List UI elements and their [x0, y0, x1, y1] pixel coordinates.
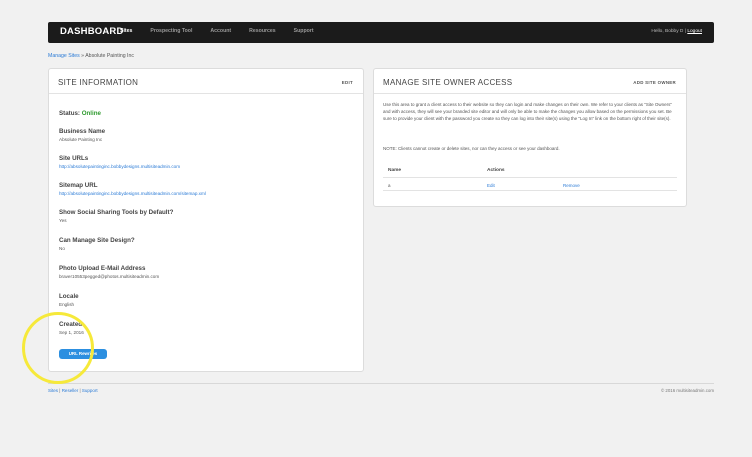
sitemap-url-link[interactable]: http://absolutepaintinginc.bobbydesigns.… — [59, 191, 206, 196]
field-label: Sitemap URL — [59, 182, 98, 189]
site-information-title: SITE INFORMATION — [58, 78, 139, 87]
footer-divider — [48, 383, 714, 384]
social-sharing-field: Show Social Sharing Tools by Default? Ye… — [59, 209, 173, 223]
field-value: braver10553pegged@photos.multisiteadmin.… — [59, 274, 160, 279]
created-field: Created Sep 1, 2016 — [59, 321, 84, 335]
field-label: Photo Upload E-Mail Address — [59, 265, 146, 272]
footer-link-reseller[interactable]: Reseller — [62, 388, 79, 393]
nav-sites[interactable]: Sites — [120, 28, 132, 34]
site-owner-access-panel: MANAGE SITE OWNER ACCESS ADD SITE OWNER … — [373, 68, 687, 207]
column-name-header: Name — [388, 168, 402, 173]
field-value: Yes — [59, 218, 67, 223]
field-label: Site URLs — [59, 155, 89, 162]
edit-link[interactable]: EDIT — [342, 80, 353, 85]
breadcrumb: Manage Sites » Absolute Painting Inc — [48, 53, 134, 59]
main-nav: Sites Prospecting Tool Account Resources… — [120, 28, 332, 34]
top-navbar: DASHBOARD Sites Prospecting Tool Account… — [48, 22, 714, 43]
field-value: Sep 1, 2016 — [59, 330, 84, 335]
remove-owner-link[interactable]: Remove — [563, 183, 580, 188]
field-value: Absolute Painting Inc — [59, 137, 103, 142]
field-value: English — [59, 302, 75, 307]
manage-design-field: Can Manage Site Design? No — [59, 237, 135, 251]
logout-link[interactable]: Logout — [687, 29, 702, 34]
field-label: Show Social Sharing Tools by Default? — [59, 209, 174, 216]
site-information-header: SITE INFORMATION EDIT — [49, 69, 363, 94]
site-owners-table: Name Actions a Edit Remove — [383, 165, 677, 191]
field-label: Locale — [59, 293, 79, 300]
site-information-panel: SITE INFORMATION EDIT Status: Online Bus… — [48, 68, 364, 372]
field-label: Can Manage Site Design? — [59, 237, 135, 244]
status-label: Status: — [59, 110, 80, 117]
photo-upload-email-field: Photo Upload E-Mail Address braver10553p… — [59, 265, 159, 279]
site-url-link[interactable]: http://absolutepaintinginc.bobbydesigns.… — [59, 164, 180, 169]
status-value: Online — [81, 110, 101, 117]
owner-access-description: Use this area to grant a client access t… — [383, 102, 673, 121]
status-field: Status: Online — [59, 110, 101, 117]
table-row: a Edit Remove — [383, 178, 677, 191]
footer-links: Sites | Reseller | Support — [48, 388, 98, 393]
sitemap-url-field: Sitemap URL http://absolutepaintinginc.b… — [59, 182, 206, 196]
owner-name: a — [388, 183, 391, 188]
column-actions-header: Actions — [487, 168, 505, 173]
edit-owner-link[interactable]: Edit — [487, 183, 495, 188]
footer-copyright: © 2016 multisiteadmin.com — [660, 388, 714, 393]
add-site-owner-link[interactable]: ADD SITE OWNER — [633, 80, 676, 85]
business-name-field: Business Name Absolute Painting Inc — [59, 128, 105, 142]
locale-field: Locale English — [59, 293, 79, 307]
brand-logo[interactable]: DASHBOARD — [60, 26, 124, 37]
footer-link-sites[interactable]: Sites — [48, 388, 58, 393]
table-header: Name Actions — [383, 165, 677, 178]
user-greeting: Hello, Bobby D | — [651, 29, 686, 34]
breadcrumb-current: Absolute Painting Inc — [85, 53, 134, 59]
site-urls-field: Site URLs http://absolutepaintinginc.bob… — [59, 155, 180, 169]
url-rewrites-button[interactable]: URL Rewrites — [59, 349, 107, 359]
nav-prospecting-tool[interactable]: Prospecting Tool — [150, 28, 192, 34]
nav-resources[interactable]: Resources — [249, 28, 276, 34]
user-menu: Hello, Bobby D | Logout — [651, 29, 702, 34]
field-value: No — [59, 246, 65, 251]
footer-link-support[interactable]: Support — [82, 388, 98, 393]
owner-access-note: NOTE: Clients cannot create or delete si… — [383, 146, 560, 151]
nav-account[interactable]: Account — [210, 28, 231, 34]
field-label: Created — [59, 321, 83, 328]
field-label: Business Name — [59, 128, 106, 135]
site-owner-access-header: MANAGE SITE OWNER ACCESS ADD SITE OWNER — [374, 69, 686, 94]
site-owner-access-title: MANAGE SITE OWNER ACCESS — [383, 78, 513, 87]
breadcrumb-manage-sites[interactable]: Manage Sites — [48, 53, 80, 59]
nav-support[interactable]: Support — [294, 28, 314, 34]
